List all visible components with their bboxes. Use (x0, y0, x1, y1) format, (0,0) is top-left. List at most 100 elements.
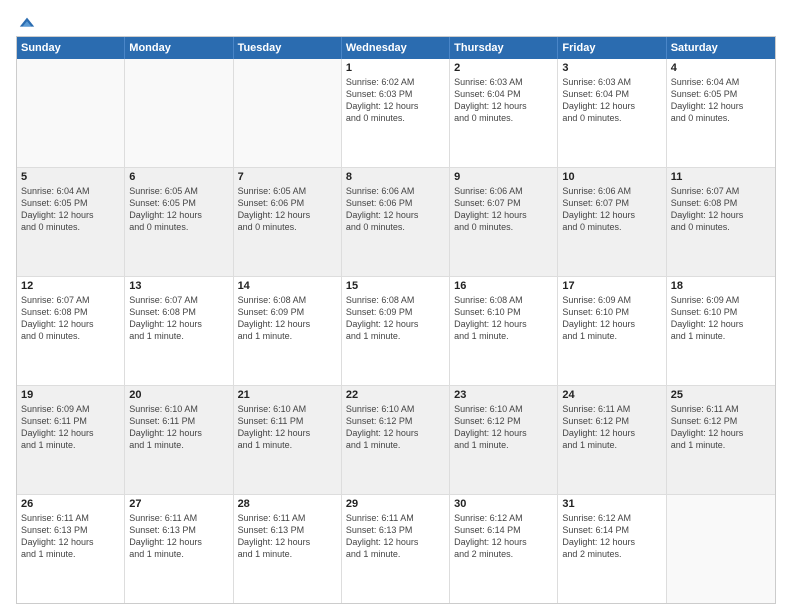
cell-info: Sunrise: 6:11 AM Sunset: 6:13 PM Dayligh… (346, 512, 445, 561)
day-number: 18 (671, 280, 771, 292)
cell-info: Sunrise: 6:08 AM Sunset: 6:09 PM Dayligh… (238, 294, 337, 343)
day-cell-1: 1 Sunrise: 6:02 AM Sunset: 6:03 PM Daylig… (342, 59, 450, 167)
calendar-row-4: 26 Sunrise: 6:11 AM Sunset: 6:13 PM Dayli… (17, 494, 775, 603)
header-day-saturday: Saturday (667, 37, 775, 59)
day-number: 31 (562, 498, 661, 510)
header-day-thursday: Thursday (450, 37, 558, 59)
day-cell-21: 21Sunrise: 6:10 AM Sunset: 6:11 PM Dayli… (234, 386, 342, 494)
logo (16, 12, 36, 32)
day-number: 10 (562, 171, 661, 183)
day-cell-7: 7 Sunrise: 6:05 AM Sunset: 6:06 PM Daylig… (234, 168, 342, 276)
cell-info: Sunrise: 6:03 AM Sunset: 6:04 PM Dayligh… (454, 76, 553, 125)
cell-info: Sunrise: 6:07 AM Sunset: 6:08 PM Dayligh… (671, 185, 771, 234)
calendar: SundayMondayTuesdayWednesdayThursdayFrid… (16, 36, 776, 604)
day-cell-12: 12 Sunrise: 6:07 AM Sunset: 6:08 PM Dayli… (17, 277, 125, 385)
day-cell-15: 15Sunrise: 6:08 AM Sunset: 6:09 PM Dayli… (342, 277, 450, 385)
day-number: 9 (454, 171, 553, 183)
day-number: 4 (671, 62, 771, 74)
day-cell-30: 30 Sunrise: 6:12 AM Sunset: 6:14 PM Dayli… (450, 495, 558, 603)
day-number: 29 (346, 498, 445, 510)
empty-cell (667, 495, 775, 603)
day-cell-31: 31 Sunrise: 6:12 AM Sunset: 6:14 PM Dayli… (558, 495, 666, 603)
day-cell-11: 11Sunrise: 6:07 AM Sunset: 6:08 PM Dayli… (667, 168, 775, 276)
day-number: 23 (454, 389, 553, 401)
calendar-row-2: 12 Sunrise: 6:07 AM Sunset: 6:08 PM Dayli… (17, 276, 775, 385)
cell-info: Sunrise: 6:05 AM Sunset: 6:05 PM Dayligh… (129, 185, 228, 234)
logo-icon (18, 14, 36, 32)
header-day-wednesday: Wednesday (342, 37, 450, 59)
calendar-row-0: 1 Sunrise: 6:02 AM Sunset: 6:03 PM Daylig… (17, 59, 775, 167)
cell-info: Sunrise: 6:05 AM Sunset: 6:06 PM Dayligh… (238, 185, 337, 234)
day-cell-3: 3 Sunrise: 6:03 AM Sunset: 6:04 PM Daylig… (558, 59, 666, 167)
day-number: 6 (129, 171, 228, 183)
cell-info: Sunrise: 6:08 AM Sunset: 6:10 PM Dayligh… (454, 294, 553, 343)
cell-info: Sunrise: 6:09 AM Sunset: 6:10 PM Dayligh… (671, 294, 771, 343)
cell-info: Sunrise: 6:11 AM Sunset: 6:13 PM Dayligh… (21, 512, 120, 561)
header-day-tuesday: Tuesday (234, 37, 342, 59)
cell-info: Sunrise: 6:07 AM Sunset: 6:08 PM Dayligh… (21, 294, 120, 343)
day-cell-24: 24Sunrise: 6:11 AM Sunset: 6:12 PM Dayli… (558, 386, 666, 494)
empty-cell (125, 59, 233, 167)
day-number: 8 (346, 171, 445, 183)
day-number: 3 (562, 62, 661, 74)
day-cell-2: 2 Sunrise: 6:03 AM Sunset: 6:04 PM Daylig… (450, 59, 558, 167)
cell-info: Sunrise: 6:12 AM Sunset: 6:14 PM Dayligh… (454, 512, 553, 561)
cell-info: Sunrise: 6:03 AM Sunset: 6:04 PM Dayligh… (562, 76, 661, 125)
day-cell-18: 18 Sunrise: 6:09 AM Sunset: 6:10 PM Dayli… (667, 277, 775, 385)
day-cell-27: 27Sunrise: 6:11 AM Sunset: 6:13 PM Dayli… (125, 495, 233, 603)
day-number: 13 (129, 280, 228, 292)
cell-info: Sunrise: 6:04 AM Sunset: 6:05 PM Dayligh… (21, 185, 120, 234)
empty-cell (234, 59, 342, 167)
day-number: 14 (238, 280, 337, 292)
cell-info: Sunrise: 6:02 AM Sunset: 6:03 PM Dayligh… (346, 76, 445, 125)
calendar-body: 1 Sunrise: 6:02 AM Sunset: 6:03 PM Daylig… (17, 59, 775, 603)
calendar-row-1: 5Sunrise: 6:04 AM Sunset: 6:05 PM Daylig… (17, 167, 775, 276)
day-number: 30 (454, 498, 553, 510)
day-cell-17: 17 Sunrise: 6:09 AM Sunset: 6:10 PM Dayli… (558, 277, 666, 385)
cell-info: Sunrise: 6:07 AM Sunset: 6:08 PM Dayligh… (129, 294, 228, 343)
day-number: 1 (346, 62, 445, 74)
day-number: 22 (346, 389, 445, 401)
calendar-header: SundayMondayTuesdayWednesdayThursdayFrid… (17, 37, 775, 59)
cell-info: Sunrise: 6:11 AM Sunset: 6:13 PM Dayligh… (238, 512, 337, 561)
day-cell-29: 29 Sunrise: 6:11 AM Sunset: 6:13 PM Dayli… (342, 495, 450, 603)
cell-info: Sunrise: 6:12 AM Sunset: 6:14 PM Dayligh… (562, 512, 661, 561)
cell-info: Sunrise: 6:06 AM Sunset: 6:07 PM Dayligh… (454, 185, 553, 234)
cell-info: Sunrise: 6:08 AM Sunset: 6:09 PM Dayligh… (346, 294, 445, 343)
day-cell-4: 4 Sunrise: 6:04 AM Sunset: 6:05 PM Daylig… (667, 59, 775, 167)
empty-cell (17, 59, 125, 167)
day-number: 17 (562, 280, 661, 292)
cell-info: Sunrise: 6:04 AM Sunset: 6:05 PM Dayligh… (671, 76, 771, 125)
day-number: 21 (238, 389, 337, 401)
cell-info: Sunrise: 6:11 AM Sunset: 6:12 PM Dayligh… (671, 403, 771, 452)
day-cell-9: 9 Sunrise: 6:06 AM Sunset: 6:07 PM Daylig… (450, 168, 558, 276)
header-day-friday: Friday (558, 37, 666, 59)
cell-info: Sunrise: 6:10 AM Sunset: 6:11 PM Dayligh… (129, 403, 228, 452)
day-number: 26 (21, 498, 120, 510)
day-number: 7 (238, 171, 337, 183)
day-number: 28 (238, 498, 337, 510)
cell-info: Sunrise: 6:09 AM Sunset: 6:10 PM Dayligh… (562, 294, 661, 343)
day-cell-20: 20 Sunrise: 6:10 AM Sunset: 6:11 PM Dayli… (125, 386, 233, 494)
day-number: 25 (671, 389, 771, 401)
header (16, 12, 776, 32)
header-day-monday: Monday (125, 37, 233, 59)
day-number: 16 (454, 280, 553, 292)
day-cell-28: 28 Sunrise: 6:11 AM Sunset: 6:13 PM Dayli… (234, 495, 342, 603)
day-cell-19: 19Sunrise: 6:09 AM Sunset: 6:11 PM Dayli… (17, 386, 125, 494)
cell-info: Sunrise: 6:10 AM Sunset: 6:12 PM Dayligh… (346, 403, 445, 452)
day-cell-8: 8Sunrise: 6:06 AM Sunset: 6:06 PM Daylig… (342, 168, 450, 276)
day-cell-14: 14 Sunrise: 6:08 AM Sunset: 6:09 PM Dayli… (234, 277, 342, 385)
day-cell-16: 16 Sunrise: 6:08 AM Sunset: 6:10 PM Dayli… (450, 277, 558, 385)
cell-info: Sunrise: 6:09 AM Sunset: 6:11 PM Dayligh… (21, 403, 120, 452)
day-cell-6: 6 Sunrise: 6:05 AM Sunset: 6:05 PM Daylig… (125, 168, 233, 276)
day-cell-23: 23Sunrise: 6:10 AM Sunset: 6:12 PM Dayli… (450, 386, 558, 494)
calendar-row-3: 19Sunrise: 6:09 AM Sunset: 6:11 PM Dayli… (17, 385, 775, 494)
cell-info: Sunrise: 6:11 AM Sunset: 6:13 PM Dayligh… (129, 512, 228, 561)
day-cell-26: 26 Sunrise: 6:11 AM Sunset: 6:13 PM Dayli… (17, 495, 125, 603)
day-number: 2 (454, 62, 553, 74)
day-number: 20 (129, 389, 228, 401)
day-number: 12 (21, 280, 120, 292)
day-number: 24 (562, 389, 661, 401)
cell-info: Sunrise: 6:06 AM Sunset: 6:07 PM Dayligh… (562, 185, 661, 234)
